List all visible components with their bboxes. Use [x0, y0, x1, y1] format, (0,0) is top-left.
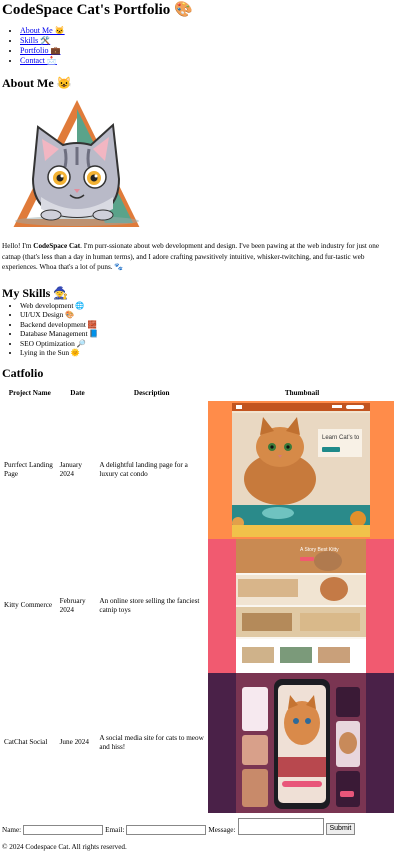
- email-label: Email:: [105, 825, 125, 834]
- skill-item: Database Management 📘: [20, 329, 398, 339]
- project-date: June 2024: [59, 738, 89, 746]
- nav-link-portfolio[interactable]: Portfolio 💼: [20, 46, 60, 55]
- skill-item: UI/UX Design 🎨: [20, 310, 398, 320]
- table-row: Kitty Commerce February 2024 An online s…: [2, 538, 398, 673]
- cat-name: CodeSpace Cat: [33, 242, 81, 250]
- page-title: CodeSpace Cat's Portfolio 🎨: [2, 2, 193, 18]
- project-date: January 2024: [59, 460, 82, 478]
- project-description: A social media site for cats to meow and…: [99, 733, 204, 751]
- nav-item-contact: Contact 📩: [20, 56, 398, 66]
- about-heading: About Me 😺: [2, 76, 72, 90]
- project-name: Kitty Commerce: [4, 601, 53, 609]
- catfolio-table: Project Name Date Description Thumbnail …: [2, 387, 398, 813]
- submit-button[interactable]: Submit: [325, 822, 356, 835]
- thumbnail-headline: A Story Best Kitty: [300, 547, 339, 553]
- col-thumbnail: Thumbnail: [284, 389, 320, 397]
- name-label: Name:: [2, 825, 22, 834]
- contact-form: Name: Email: Message: Submit: [2, 815, 398, 835]
- project-description: An online store selling the fanciest cat…: [99, 596, 200, 614]
- project-thumbnail-image: Learn Cat’s to: [208, 400, 395, 539]
- project-thumbnail-cell: Learn Cat’s to: [206, 400, 398, 539]
- project-thumbnail-cell: A Story Best Kitty: [206, 538, 398, 673]
- nav-link-contact[interactable]: Contact 📩: [20, 56, 57, 65]
- thumbnail-headline: Learn Cat’s to: [322, 435, 360, 441]
- nav-link-skills[interactable]: Skills 🛠️: [20, 36, 50, 45]
- skill-item: Lying in the Sun 🌞: [20, 348, 398, 358]
- email-input[interactable]: [126, 824, 207, 835]
- col-description: Description: [133, 389, 170, 397]
- project-date: February 2024: [59, 596, 86, 614]
- name-input[interactable]: [23, 824, 104, 835]
- table-row: CatChat Social June 2024 A social media …: [2, 672, 398, 813]
- cat-avatar-image: [13, 99, 140, 227]
- skills-heading: My Skills 🧙: [2, 285, 69, 300]
- project-name: Purrfect Landing Page: [4, 460, 53, 478]
- main-nav: About Me 🐱 Skills 🛠️ Portfolio 💼 Contact…: [2, 26, 398, 66]
- footer-copyright: © 2024 Codespace Cat. All rights reserve…: [2, 842, 127, 851]
- col-date: Date: [70, 389, 85, 397]
- col-project-name: Project Name: [8, 389, 51, 397]
- project-description: A delightful landing page for a luxury c…: [99, 460, 188, 478]
- nav-item-portfolio: Portfolio 💼: [20, 46, 398, 56]
- catfolio-heading: Catfolio: [2, 365, 44, 380]
- nav-link-about[interactable]: About Me 🐱: [20, 26, 65, 35]
- table-header-row: Project Name Date Description Thumbnail: [2, 387, 398, 401]
- table-row: Purrfect Landing Page January 2024 A del…: [2, 400, 398, 539]
- about-text: Hello! I'm CodeSpace Cat. I'm purr-ssion…: [2, 242, 380, 271]
- message-textarea[interactable]: [237, 817, 324, 835]
- nav-item-about: About Me 🐱: [20, 26, 398, 36]
- project-thumbnail-image: [208, 672, 395, 813]
- skill-item: Backend development 🧱: [20, 320, 398, 330]
- skill-item: Web development 🌐: [20, 301, 398, 311]
- nav-item-skills: Skills 🛠️: [20, 36, 398, 46]
- project-thumbnail-image: A Story Best Kitty: [208, 538, 395, 673]
- message-label: Message:: [208, 825, 236, 834]
- skill-item: SEO Optimization 🔎: [20, 339, 398, 349]
- project-name: CatChat Social: [4, 738, 48, 746]
- skills-list: Web development 🌐 UI/UX Design 🎨 Backend…: [2, 301, 398, 358]
- project-thumbnail-cell: [206, 672, 398, 813]
